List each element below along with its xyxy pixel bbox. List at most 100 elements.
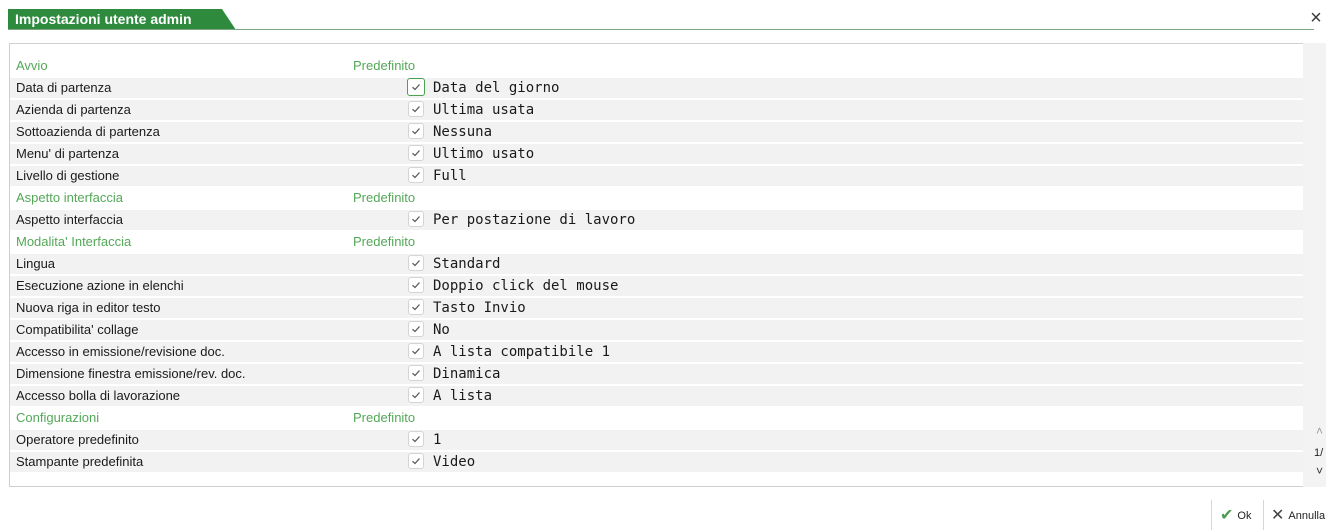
default-checkbox[interactable] [408,255,424,271]
default-checkbox[interactable] [408,431,424,447]
button-separator [1211,500,1212,530]
setting-label: Data di partenza [16,80,112,95]
row-background [10,78,1303,98]
setting-label: Livello di gestione [16,168,120,183]
setting-label: Compatibilita' collage [16,322,139,337]
button-separator [1263,500,1264,530]
settings-row[interactable]: Livello di gestione Full [10,165,1303,187]
setting-label: Esecuzione azione in elenchi [16,278,184,293]
default-checkbox[interactable] [408,343,424,359]
default-checkbox[interactable] [408,299,424,315]
setting-value[interactable]: Dinamica [433,363,500,385]
section-header: Configurazioni Predefinito [10,407,1303,429]
setting-label: Nuova riga in editor testo [16,300,161,315]
section-title: Aspetto interfaccia [16,190,123,205]
section-title: Avvio [16,58,48,73]
default-column-label: Predefinito [353,58,416,73]
default-checkbox[interactable] [408,167,424,183]
row-background [10,430,1303,450]
default-checkbox[interactable] [408,365,424,381]
setting-label: Aspetto interfaccia [16,212,123,227]
scroll-column [1303,43,1326,487]
default-checkbox[interactable] [408,211,424,227]
default-checkbox[interactable] [408,101,424,117]
settings-row[interactable]: Accesso bolla di lavorazione A lista [10,385,1303,407]
settings-row[interactable]: Aspetto interfaccia Per postazione di lav… [10,209,1303,231]
checkmark-icon: ✔ [1220,507,1234,525]
row-background [10,298,1303,318]
default-checkbox[interactable] [408,453,424,469]
setting-value[interactable]: A lista [433,385,492,407]
settings-row[interactable]: Nuova riga in editor testo Tasto Invio [10,297,1303,319]
row-background [10,452,1303,472]
settings-row[interactable]: Sottoazienda di partenza Nessuna [10,121,1303,143]
settings-list: Avvio Predefinito Data di partenza Data del… [10,55,1303,473]
settings-row[interactable]: Azienda di partenza Ultima usata [10,99,1303,121]
setting-value[interactable]: Nessuna [433,121,492,143]
settings-row[interactable]: Data di partenza Data del giorno [10,77,1303,99]
setting-value[interactable]: A lista compatibile 1 [433,341,610,363]
double-chevron-up-icon[interactable]: ˄ [1316,424,1323,438]
setting-label: Lingua [16,256,56,271]
settings-row[interactable]: Lingua Standard [10,253,1303,275]
section-title: Configurazioni [16,410,100,425]
close-x-icon: ✕ [1271,507,1285,525]
window-title: Impostazioni utente admin [8,9,236,30]
settings-row[interactable]: Stampante predefinita Video [10,451,1303,473]
row-background [10,122,1303,142]
default-checkbox[interactable] [408,277,424,293]
default-column-label: Predefinito [353,410,416,425]
default-checkbox[interactable] [408,387,424,403]
row-background [10,254,1303,274]
setting-label: Azienda di partenza [16,102,131,117]
settings-panel: Avvio Predefinito Data di partenza Data del… [9,43,1326,487]
settings-row[interactable]: Compatibilita' collage No [10,319,1303,341]
setting-value[interactable]: Ultimo usato [433,143,534,165]
setting-value[interactable]: Tasto Invio [433,297,526,319]
row-background [10,276,1303,296]
default-checkbox[interactable] [408,145,424,161]
section-title: Modalita' Interfaccia [16,234,132,249]
double-chevron-down-icon[interactable]: ˅ [1316,464,1323,478]
setting-value[interactable]: Standard [433,253,500,275]
settings-row[interactable]: Menu' di partenza Ultimo usato [10,143,1303,165]
cancel-label: Annulla [1288,510,1326,522]
row-background [10,166,1303,186]
setting-value[interactable]: 1 [433,429,441,451]
row-background [10,100,1303,120]
setting-label: Dimensione finestra emissione/rev. doc. [16,366,246,381]
settings-row[interactable]: Accesso in emissione/revisione doc. A lis… [10,341,1303,363]
ok-button[interactable]: ✔ Ok [1220,505,1251,527]
default-column-label: Predefinito [353,190,416,205]
setting-label: Sottoazienda di partenza [16,124,160,139]
setting-label: Operatore predefinito [16,432,139,447]
default-checkbox[interactable] [408,321,424,337]
title-divider [8,29,1314,30]
setting-value[interactable]: No [433,319,450,341]
settings-row[interactable]: Esecuzione azione in elenchi Doppio click… [10,275,1303,297]
row-background [10,320,1303,340]
setting-value[interactable]: Full [433,165,467,187]
setting-value[interactable]: Doppio click del mouse [433,275,618,297]
row-background [10,144,1303,164]
setting-value[interactable]: Data del giorno [433,77,559,99]
setting-value[interactable]: Video [433,451,475,473]
setting-label: Stampante predefinita [16,454,144,469]
setting-label: Accesso bolla di lavorazione [16,388,181,403]
default-checkbox[interactable] [408,123,424,139]
default-checkbox[interactable] [407,78,425,96]
setting-value[interactable]: Per postazione di lavoro [433,209,635,231]
settings-row[interactable]: Operatore predefinito 1 [10,429,1303,451]
row-background [10,210,1303,230]
row-background [10,386,1303,406]
section-header: Avvio Predefinito [10,55,1303,77]
setting-value[interactable]: Ultima usata [433,99,534,121]
settings-row[interactable]: Dimensione finestra emissione/rev. doc. D… [10,363,1303,385]
setting-label: Menu' di partenza [16,146,119,161]
cancel-button[interactable]: ✕ Annulla [1271,505,1325,527]
setting-label: Accesso in emissione/revisione doc. [16,344,225,359]
close-icon[interactable]: × [1306,8,1326,28]
section-header: Aspetto interfaccia Predefinito [10,187,1303,209]
section-header: Modalita' Interfaccia Predefinito [10,231,1303,253]
ok-label: Ok [1237,510,1252,522]
